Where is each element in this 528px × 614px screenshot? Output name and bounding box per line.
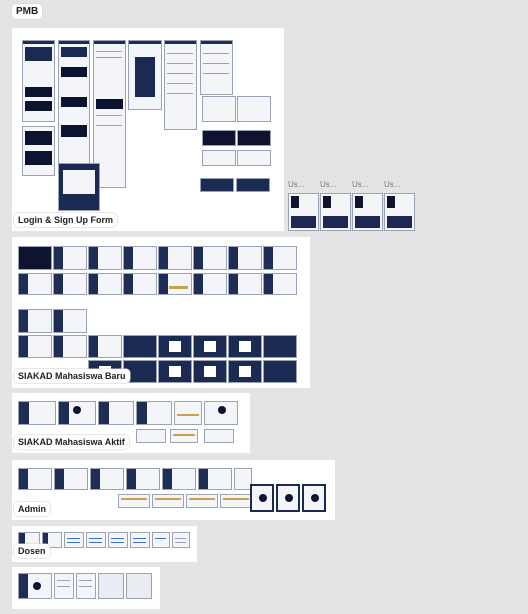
section-admin[interactable] [12, 460, 335, 520]
frame-label[interactable]: Us... [384, 180, 400, 189]
frame-thumbnail[interactable] [170, 429, 198, 443]
section-unlabeled[interactable] [12, 567, 160, 609]
frame-thumbnail[interactable] [136, 429, 166, 443]
frame-thumbnail[interactable] [202, 130, 236, 146]
frame-thumbnail[interactable] [18, 335, 52, 358]
frame-thumbnail[interactable] [98, 573, 124, 599]
section-label-pmb[interactable]: PMB [12, 4, 43, 19]
frame-thumbnail[interactable] [123, 273, 157, 295]
frame-thumbnail[interactable] [228, 360, 262, 383]
frame-thumbnail[interactable] [186, 494, 218, 508]
frame-thumbnail[interactable] [158, 246, 192, 270]
frame-thumbnail[interactable] [263, 335, 297, 358]
frame-thumbnail[interactable] [236, 178, 270, 192]
frame-thumbnail[interactable] [172, 532, 190, 548]
frame-thumbnail[interactable] [64, 532, 84, 548]
frame-thumbnail[interactable] [123, 246, 157, 270]
frame-thumbnail[interactable] [164, 40, 197, 130]
frame-thumbnail[interactable] [158, 360, 192, 383]
frame-thumbnail[interactable] [86, 532, 106, 548]
frame-thumbnail[interactable] [202, 150, 236, 166]
frame-thumbnail[interactable] [54, 468, 88, 490]
frame-thumbnail[interactable] [152, 494, 184, 508]
frame-thumbnail[interactable] [158, 335, 192, 358]
frame-thumbnail[interactable] [263, 273, 297, 295]
frame-label[interactable]: Us... [352, 180, 368, 189]
frame-thumbnail[interactable] [88, 335, 122, 358]
frame-thumbnail[interactable] [228, 335, 262, 358]
frame-thumbnail[interactable] [200, 178, 234, 192]
frame-thumbnail[interactable] [250, 484, 274, 512]
frame-thumbnail[interactable] [228, 246, 262, 270]
frame-thumbnail[interactable] [53, 273, 87, 295]
frame-thumbnail[interactable] [53, 246, 87, 270]
frame-thumbnail[interactable] [126, 468, 160, 490]
frame-thumbnail[interactable] [58, 40, 90, 168]
section-label-siakad-baru[interactable]: SIAKAD Mahasiswa Baru [14, 369, 130, 383]
frame-thumbnail[interactable] [220, 494, 252, 508]
frame-thumbnail[interactable] [198, 468, 232, 490]
frame-thumbnail[interactable] [204, 401, 238, 425]
frame-thumbnail[interactable] [174, 401, 202, 425]
frame-label[interactable]: Us... [320, 180, 336, 189]
frame-thumbnail[interactable] [18, 468, 52, 490]
frame-thumbnail[interactable] [123, 335, 157, 358]
frame-thumbnail[interactable] [136, 401, 172, 425]
section-label-dosen[interactable]: Dosen [14, 544, 50, 558]
user-frame-thumbnail[interactable] [384, 193, 415, 231]
frame-thumbnail[interactable] [152, 532, 170, 548]
frame-thumbnail[interactable] [263, 360, 297, 383]
frame-thumbnail[interactable] [58, 401, 96, 425]
section-label-siakad-aktif[interactable]: SIAKAD Mahasiswa Aktif [14, 435, 129, 449]
frame-thumbnail[interactable] [276, 484, 300, 512]
frame-thumbnail[interactable] [302, 484, 326, 512]
frame-thumbnail[interactable] [58, 163, 100, 211]
frame-thumbnail[interactable] [18, 273, 52, 295]
frame-thumbnail[interactable] [128, 40, 162, 110]
frame-thumbnail[interactable] [158, 273, 192, 295]
frame-thumbnail[interactable] [88, 246, 122, 270]
canvas: { "sections": { "pmb": {"label": "PMB"},… [0, 0, 528, 614]
frame-thumbnail[interactable] [76, 573, 96, 599]
frame-thumbnail[interactable] [237, 130, 271, 146]
frame-thumbnail[interactable] [130, 532, 150, 548]
frame-thumbnail[interactable] [18, 309, 52, 333]
frame-thumbnail[interactable] [54, 573, 74, 599]
frame-thumbnail[interactable] [22, 126, 55, 176]
frame-thumbnail[interactable] [237, 150, 271, 166]
frame-thumbnail[interactable] [18, 573, 52, 599]
frame-thumbnail[interactable] [202, 96, 236, 122]
frame-thumbnail[interactable] [204, 429, 234, 443]
frame-thumbnail[interactable] [193, 360, 227, 383]
frame-thumbnail[interactable] [118, 494, 150, 508]
user-frame-thumbnail[interactable] [288, 193, 319, 231]
frame-thumbnail[interactable] [53, 309, 87, 333]
frame-thumbnail[interactable] [88, 273, 122, 295]
frame-thumbnail[interactable] [193, 335, 227, 358]
frame-thumbnail[interactable] [18, 401, 56, 425]
frame-thumbnail[interactable] [237, 96, 271, 122]
frame-thumbnail[interactable] [18, 246, 52, 270]
user-frame-thumbnail[interactable] [352, 193, 383, 231]
frame-thumbnail[interactable] [193, 273, 227, 295]
frame-label[interactable]: Us... [288, 180, 304, 189]
section-login-signup[interactable] [12, 28, 284, 231]
frame-thumbnail[interactable] [200, 40, 233, 95]
user-frame-thumbnail[interactable] [320, 193, 351, 231]
frame-thumbnail[interactable] [162, 468, 196, 490]
frame-thumbnail[interactable] [228, 273, 262, 295]
frame-thumbnail[interactable] [22, 40, 55, 122]
section-label-admin[interactable]: Admin [14, 502, 50, 516]
frame-thumbnail[interactable] [108, 532, 128, 548]
section-label-login-signup[interactable]: Login & Sign Up Form [14, 213, 117, 227]
frame-thumbnail[interactable] [193, 246, 227, 270]
frame-thumbnail[interactable] [53, 335, 87, 358]
frame-thumbnail[interactable] [98, 401, 134, 425]
section-siakad-baru[interactable] [12, 237, 310, 388]
frame-thumbnail[interactable] [90, 468, 124, 490]
frame-thumbnail[interactable] [263, 246, 297, 270]
frame-thumbnail[interactable] [126, 573, 152, 599]
